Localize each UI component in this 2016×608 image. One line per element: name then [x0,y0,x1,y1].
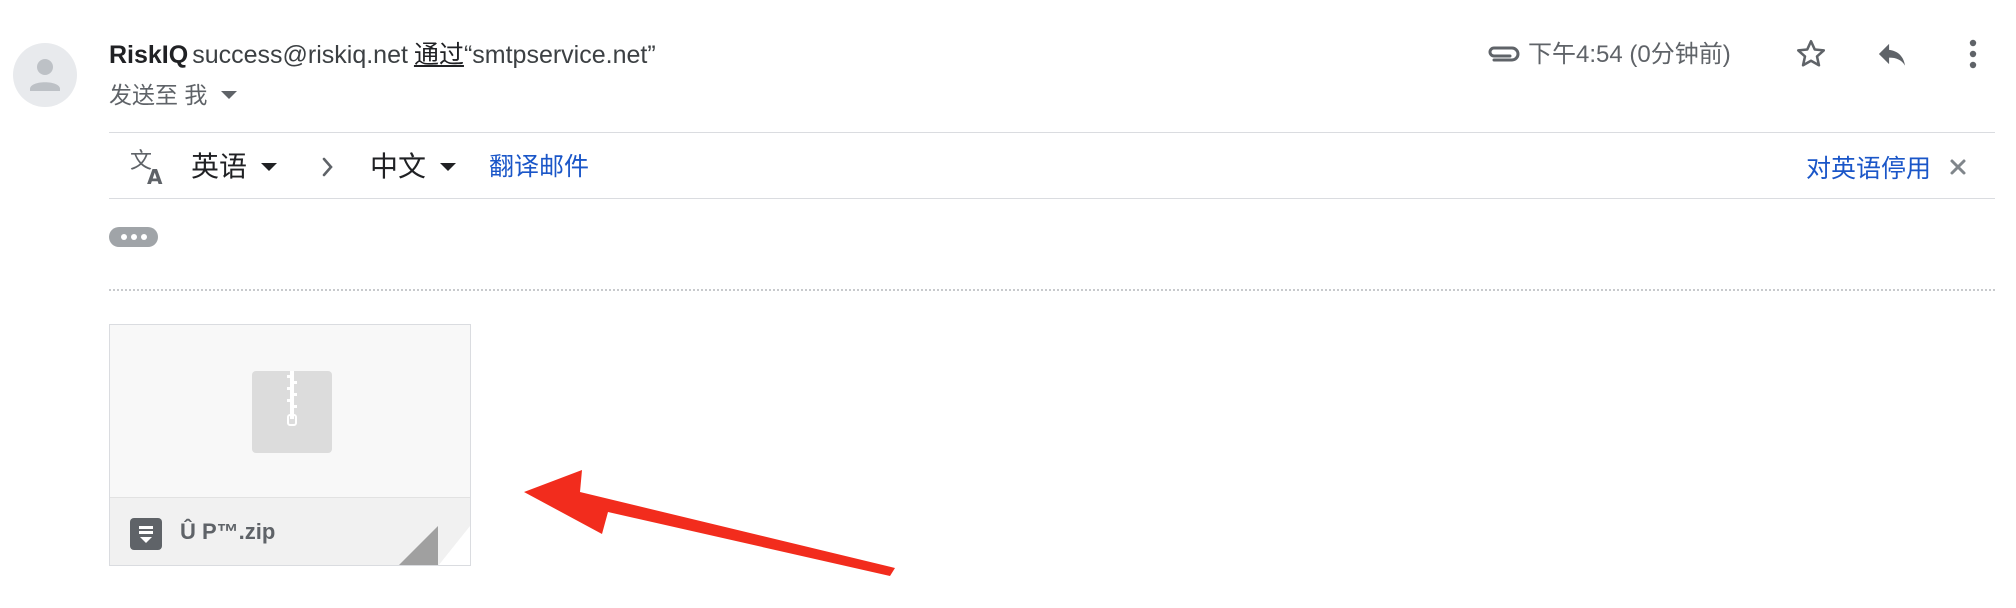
show-trimmed-content-button[interactable] [109,227,158,247]
translate-message-link[interactable]: 翻译邮件 [489,147,589,187]
recipient-label: 发送至 我 [109,82,208,108]
sender-line: RiskIQ success@riskiq.net 通过“smtpservice.n… [109,38,656,72]
chevron-down-icon [440,163,457,171]
via-link[interactable]: 通过 [414,41,464,69]
divider [109,198,1995,199]
sender-name[interactable]: RiskIQ [109,41,188,69]
close-icon[interactable] [1947,156,1969,178]
target-language-label: 中文 [370,151,427,182]
source-language-select[interactable]: 英语 [191,147,278,187]
dot [130,234,137,240]
chevron-down-icon[interactable] [221,91,238,99]
timestamp: 下午4:54 (0分钟前) [1528,41,1731,68]
reply-icon[interactable] [1874,38,1910,70]
recipient-line[interactable]: 发送至 我 [109,78,238,112]
star-icon[interactable] [1793,36,1829,72]
svg-text:A: A [147,165,163,188]
attachment-footer: Û P™.zip [110,497,470,565]
attachment-file-name: Û P™.zip [180,519,276,544]
chevron-right-icon [318,153,338,181]
sender-email: success@riskiq.net [192,41,408,69]
target-language-select[interactable]: 中文 [370,147,457,187]
zip-archive-icon [252,371,332,453]
paperclip-icon [1486,42,1522,66]
attachment-thumbnail [110,325,470,497]
source-language-label: 英语 [191,151,248,182]
disable-translation-link[interactable]: 对英语停用 [1806,149,1931,189]
via-domain: “smtpservice.net” [463,41,656,69]
dot [140,234,147,240]
attachment-card[interactable]: Û P™.zip [109,324,471,566]
dot [120,234,127,240]
attachment-separator [109,289,1995,291]
divider [109,132,1995,133]
person-avatar-icon [30,59,60,91]
red-arrow-annotation [524,470,895,576]
translate-icon: 文 A [128,146,170,189]
zip-file-icon [130,518,162,550]
avatar[interactable] [13,43,77,107]
more-vert-icon[interactable] [1961,36,1985,72]
chevron-down-icon [261,163,278,171]
page-fold-icon [399,526,470,565]
